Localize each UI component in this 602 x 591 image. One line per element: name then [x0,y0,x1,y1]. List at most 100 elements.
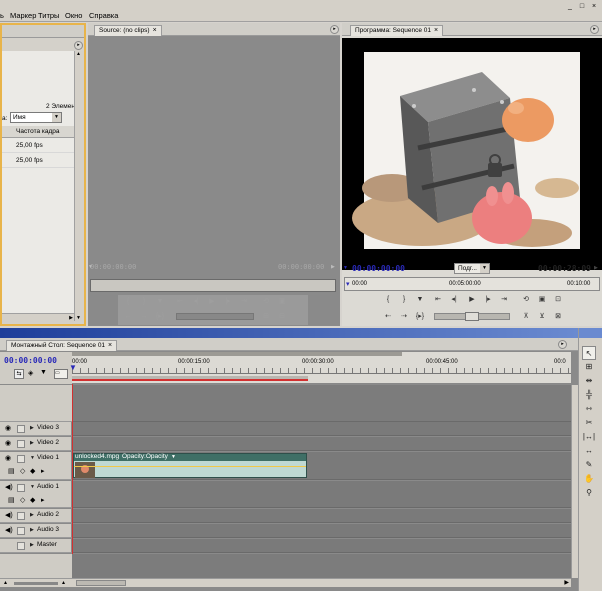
track-select-icon[interactable]: ⊞ [582,360,596,374]
panel-menu-icon[interactable]: ▸ [558,340,567,349]
menu-item-help[interactable]: Справка [89,11,118,20]
source-time-ruler[interactable] [90,279,336,292]
razor-icon[interactable]: ✂ [582,416,596,430]
play-in-out-icon[interactable]: {▸} [414,311,426,322]
track-area[interactable] [72,509,571,523]
tab-timeline[interactable]: Монтажный Стол: Sequence 01 × [6,340,118,351]
tab-source[interactable]: Source: (no clips) × [94,25,162,36]
go-to-out-icon[interactable]: ⇥ [238,296,250,307]
playhead-icon[interactable]: ▾ [346,280,350,288]
table-row[interactable]: 25,00 fps [2,139,74,153]
speaker-icon[interactable]: ◀) [5,483,13,491]
horizontal-scrollbar[interactable]: ▶ [72,578,571,587]
zoom-in-icon[interactable]: ▴ [62,579,65,586]
go-to-in-icon[interactable]: ⇤ [432,294,444,305]
fit-select[interactable]: Подг... ▼ [454,263,490,274]
marker-icon[interactable]: ◈ [28,369,33,377]
speaker-icon[interactable]: ◀) [5,526,13,534]
keyframe-icon[interactable]: ◇ [20,467,25,475]
jog-slider[interactable] [176,313,254,320]
track-area[interactable] [72,437,571,451]
next-keyframe-icon[interactable]: ▸ [41,496,45,504]
previous-marker-icon[interactable]: ⇠ [382,311,394,322]
slide-icon[interactable]: ↔ [582,444,596,458]
sort-select[interactable]: Имя ▼ [10,112,62,123]
track-area[interactable] [72,481,571,508]
vertical-scrollbar[interactable] [571,385,578,578]
zoom-out-icon[interactable]: ▴ [4,579,7,586]
timeline-timecode[interactable]: 00:00:00:00 [4,356,57,365]
pen-icon[interactable]: ✎ [582,458,596,472]
eye-icon[interactable]: ◉ [5,424,11,432]
close-icon[interactable]: × [434,27,438,34]
panel-menu-icon[interactable]: ▸ [330,25,339,34]
playhead-icon[interactable]: ▼ [69,363,77,372]
mark-out-icon[interactable]: } [138,296,150,307]
settings-arrow-icon[interactable]: ▶ [594,265,598,271]
lift-icon[interactable]: ⊼ [520,311,532,322]
go-to-in-icon[interactable]: ⇤ [174,296,186,307]
overlay-icon[interactable]: ⊟ [276,311,288,322]
safe-margins-icon[interactable]: ▣ [536,294,548,305]
lock-toggle[interactable] [17,512,25,520]
panel-menu-icon[interactable]: ▸ [74,41,83,50]
jog-slider[interactable] [434,312,510,321]
lock-toggle[interactable] [17,425,25,433]
next-marker-icon[interactable]: ⇢ [398,311,410,322]
set-marker-icon[interactable]: ▼ [40,369,47,376]
panel-menu-icon[interactable]: ▸ [590,25,599,34]
track-area[interactable] [72,422,571,436]
selection-tool-icon[interactable]: ↖ [582,346,596,360]
step-back-icon[interactable]: ◂| [448,294,460,305]
timeline-ruler[interactable]: 00:00 00:00:15:00 00:00:30:00 00:00:45:0… [69,352,571,384]
mark-in-icon[interactable]: { [382,294,394,305]
tab-program[interactable]: Программа: Sequence 01 × [350,25,444,36]
vertical-scrollbar[interactable]: ▲ ▼ [74,51,84,321]
menu-item-edit[interactable]: ь [0,11,4,20]
go-to-out-icon[interactable]: ⇥ [498,294,510,305]
track-area[interactable]: unlocked4.mpg Opacity:Opacity ▼ [72,452,571,480]
opacity-line[interactable] [74,466,306,467]
next-keyframe-icon[interactable]: ▸ [41,467,45,475]
ripple-edit-icon[interactable]: ⇹ [582,374,596,388]
work-area-bar[interactable] [72,376,308,381]
add-keyframe-icon[interactable]: ◆ [30,496,35,504]
zoom-bar[interactable] [72,352,402,356]
mark-out-icon[interactable]: } [398,294,410,305]
clip-effect[interactable]: Opacity:Opacity [122,453,168,460]
set-marker-icon[interactable]: ▼ [414,294,426,305]
speaker-icon[interactable]: ◀) [5,511,13,519]
rate-stretch-icon[interactable]: ⇿ [582,402,596,416]
minimize-button[interactable]: _ [565,2,575,11]
collapse-icon[interactable]: ▼ [30,455,35,461]
collapse-icon[interactable]: ▼ [30,484,35,490]
play-in-out-icon[interactable]: {▸} [154,311,166,322]
maximize-button[interactable]: □ [577,2,587,11]
lock-toggle[interactable] [17,527,25,535]
track-area[interactable] [72,539,571,553]
expand-icon[interactable]: ▶ [30,542,34,548]
hand-icon[interactable]: ✋ [582,472,596,486]
add-keyframe-icon[interactable]: ◆ [30,467,35,475]
insert-icon[interactable]: ⊞ [260,311,272,322]
close-icon[interactable]: × [108,342,112,349]
program-current-timecode[interactable]: 00:00:00:00 [352,264,405,273]
timeline-zoom-slider[interactable]: ▴ ▴ [0,578,72,587]
zoom-icon[interactable]: ⚲ [582,486,596,500]
menu-item-marker[interactable]: Маркер [10,11,36,20]
program-time-ruler[interactable]: 00:00 00:05:00:00 00:10:00 ▾ [344,277,600,291]
eye-icon[interactable]: ◉ [5,439,11,447]
display-style-icon[interactable]: ▤ [8,496,15,504]
play-icon[interactable]: ▶ [206,296,218,307]
play-icon[interactable]: ▶ [466,294,478,305]
set-marker-icon[interactable]: ▼ [154,296,166,307]
keyframe-icon[interactable]: ◇ [20,496,25,504]
expand-icon[interactable]: ▶ [30,527,34,533]
jog-thumb[interactable] [465,312,479,321]
slip-icon[interactable]: |↔| [582,430,596,444]
previous-marker-icon[interactable]: ← [122,311,134,322]
menu-item-window[interactable]: Окно [65,11,82,20]
export-frame-icon[interactable]: ⊠ [552,311,564,322]
rolling-edit-icon[interactable]: ╬ [582,388,596,402]
step-forward-icon[interactable]: |▸ [222,296,234,307]
